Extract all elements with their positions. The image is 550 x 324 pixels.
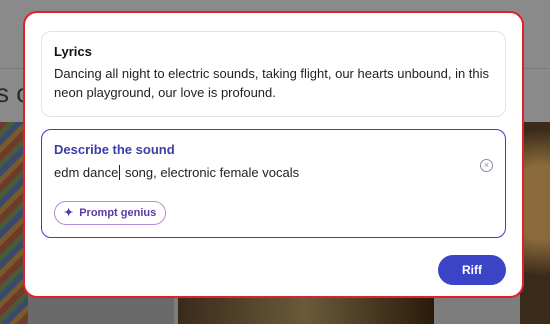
describe-sound-title: Describe the sound xyxy=(54,142,175,157)
background-artwork-bottom-left xyxy=(28,296,174,324)
sparkle-icon: ✦ xyxy=(64,206,74,219)
riff-button[interactable]: Riff xyxy=(438,255,506,285)
riff-modal: Lyrics Dancing all night to electric sou… xyxy=(23,11,524,298)
riff-button-label: Riff xyxy=(462,263,482,277)
lyrics-field[interactable]: Lyrics Dancing all night to electric sou… xyxy=(41,31,506,117)
clear-circle-icon[interactable]: × xyxy=(480,159,493,172)
background-artwork-right xyxy=(520,122,550,324)
sound-input-text-after-caret: song, electronic female vocals xyxy=(121,165,300,180)
describe-sound-input[interactable]: edm dance song, electronic female vocals xyxy=(54,165,454,181)
prompt-genius-label: Prompt genius xyxy=(79,207,157,219)
prompt-genius-button[interactable]: ✦ Prompt genius xyxy=(54,201,167,225)
lyrics-text[interactable]: Dancing all night to electric sounds, ta… xyxy=(54,64,493,102)
describe-sound-field[interactable]: Describe the sound edm dance song, elect… xyxy=(41,129,506,238)
sound-input-text-before-caret: edm dance xyxy=(54,165,119,180)
lyrics-title: Lyrics xyxy=(54,44,92,59)
background-artwork-bottom-mid xyxy=(178,296,434,324)
